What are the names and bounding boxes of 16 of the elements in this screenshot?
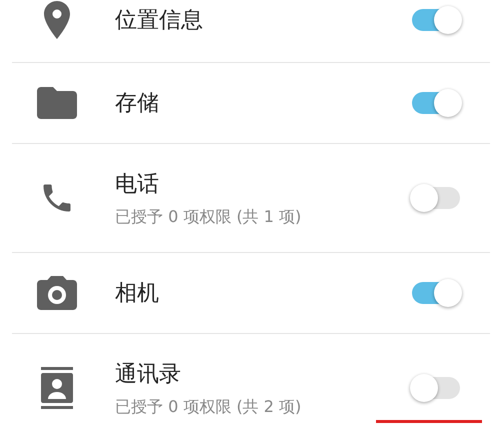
toggle-switch[interactable]: [412, 92, 460, 114]
permission-summary: 已授予 0 项权限 (共 1 项): [115, 206, 302, 228]
toggle-switch[interactable]: [412, 187, 460, 209]
toggle-switch[interactable]: [412, 377, 460, 399]
folder-icon: [37, 87, 77, 119]
permission-title: 相机: [115, 280, 160, 308]
permission-title: 通讯录: [115, 360, 182, 388]
camera-icon: [37, 276, 77, 310]
permission-summary: 已授予 0 项权限 (共 2 项): [115, 396, 302, 418]
permission-title: 存储: [115, 90, 160, 118]
permission-title: 位置信息: [115, 7, 204, 35]
location-pin-icon: [44, 1, 70, 39]
toggle-switch[interactable]: [412, 282, 460, 304]
contact-card-icon: [39, 367, 75, 409]
toggle-switch[interactable]: [412, 9, 460, 31]
permission-title: 电话: [115, 170, 160, 198]
